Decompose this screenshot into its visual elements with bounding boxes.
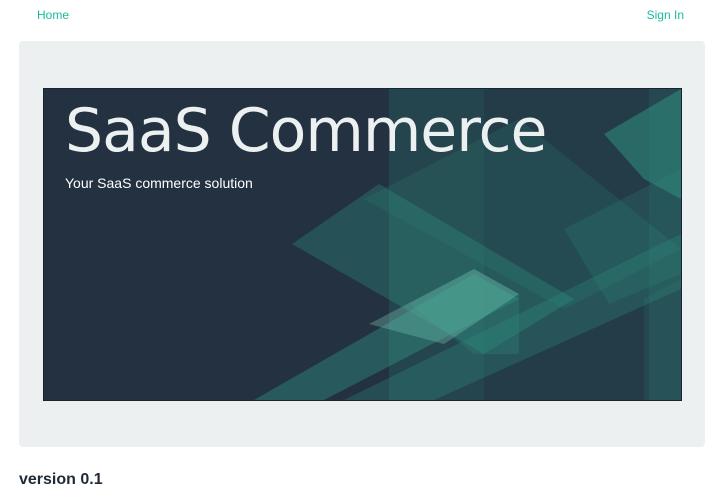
hero-subtitle: Your SaaS commerce solution — [65, 175, 253, 191]
top-navbar: Home Sign In — [0, 0, 722, 32]
hero-title: SaaS Commerce — [65, 96, 547, 166]
hero-banner: SaaS Commerce Your SaaS commerce solutio… — [43, 88, 682, 401]
home-link[interactable]: Home — [37, 8, 69, 22]
jumbotron: SaaS Commerce Your SaaS commerce solutio… — [19, 41, 705, 447]
version-label: version 0.1 — [19, 471, 103, 488]
sign-in-link[interactable]: Sign In — [647, 8, 684, 22]
